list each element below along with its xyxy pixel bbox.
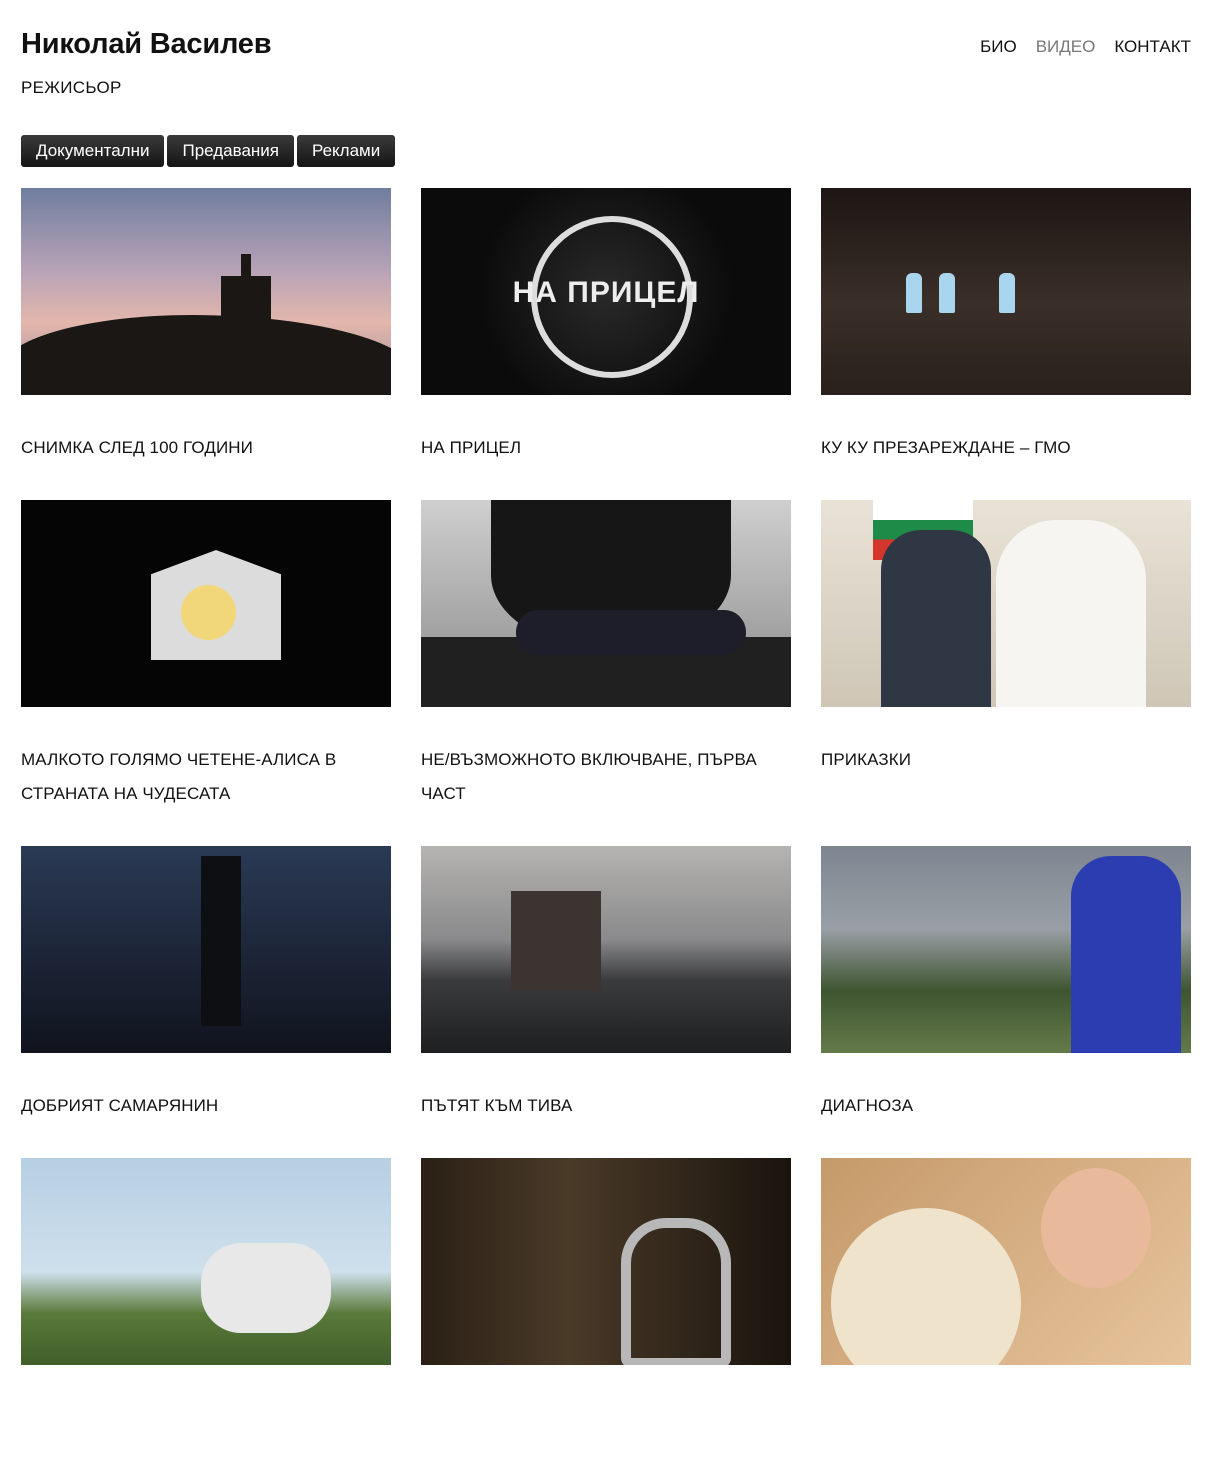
video-item[interactable]: ПРИКАЗКИ [821, 500, 1191, 846]
video-title[interactable]: СНИМКА СЛЕД 100 ГОДИНИ [21, 431, 391, 465]
filter-documentaries-button[interactable]: Документални [21, 135, 165, 167]
video-item[interactable] [421, 1158, 791, 1470]
main-nav: БИО ВИДЕО КОНТАКТ [980, 37, 1191, 57]
nav-link-bio[interactable]: БИО [980, 37, 1017, 57]
nav-link-video[interactable]: ВИДЕО [1036, 37, 1096, 57]
video-thumbnail[interactable]: НА ПРИЦЕЛ [421, 188, 791, 395]
video-title[interactable]: НЕ/ВЪЗМОЖНОТО ВКЛЮЧВАНЕ, ПЪРВА ЧАСТ [421, 743, 791, 811]
video-thumbnail[interactable] [21, 1158, 391, 1365]
site-subtitle: РЕЖИСЬОР [21, 78, 122, 97]
video-item[interactable]: СНИМКА СЛЕД 100 ГОДИНИ [21, 188, 391, 500]
thumbnail-headphones-shape [621, 1218, 731, 1365]
video-item[interactable]: ДИАГНОЗА [821, 846, 1191, 1158]
thumbnail-person-shape [996, 520, 1146, 707]
video-thumbnail[interactable] [421, 846, 791, 1053]
video-grid: СНИМКА СЛЕД 100 ГОДИНИ НА ПРИЦЕЛ НА ПРИЦ… [21, 188, 1191, 1470]
thumbnail-bread-shape [831, 1208, 1021, 1365]
video-item[interactable] [21, 1158, 391, 1470]
video-item[interactable]: КУ КУ ПРЕЗАРЕЖДАНЕ – ГМО [821, 188, 1191, 500]
site-header: Николай Василев РЕЖИСЬОР БИО ВИДЕО КОНТА… [0, 0, 1212, 120]
thumbnail-person-shape [201, 856, 241, 1026]
video-thumbnail[interactable] [21, 500, 391, 707]
thumbnail-figure [999, 273, 1015, 313]
video-item[interactable]: ПЪТЯТ КЪМ ТИВА [421, 846, 791, 1158]
video-title[interactable]: МАЛКОТО ГОЛЯМО ЧЕТЕНЕ-АЛИСА В СТРАНАТА Н… [21, 743, 391, 811]
video-title[interactable]: НА ПРИЦЕЛ [421, 431, 791, 465]
video-item[interactable]: МАЛКОТО ГОЛЯМО ЧЕТЕНЕ-АЛИСА В СТРАНАТА Н… [21, 500, 391, 846]
video-thumbnail[interactable] [21, 188, 391, 395]
thumbnail-hill-shape [21, 315, 391, 395]
nav-link-contact[interactable]: КОНТАКТ [1114, 37, 1191, 57]
video-item[interactable]: ДОБРИЯТ САМАРЯНИН [21, 846, 391, 1158]
video-title[interactable]: ПРИКАЗКИ [821, 743, 1191, 777]
filter-ads-button[interactable]: Реклами [297, 135, 396, 167]
video-title[interactable]: ПЪТЯТ КЪМ ТИВА [421, 1089, 791, 1123]
video-thumbnail[interactable] [821, 188, 1191, 395]
thumbnail-figure [939, 273, 955, 313]
video-thumbnail[interactable] [821, 846, 1191, 1053]
category-filters: Документални Предавания Реклами [21, 135, 396, 167]
thumbnail-person-shape [1071, 856, 1181, 1053]
video-thumbnail[interactable] [21, 846, 391, 1053]
video-thumbnail[interactable] [821, 1158, 1191, 1365]
thumbnail-figure [906, 273, 922, 313]
filter-shows-button[interactable]: Предавания [167, 135, 294, 167]
video-title[interactable]: КУ КУ ПРЕЗАРЕЖДАНЕ – ГМО [821, 431, 1191, 465]
thumbnail-tower-shape [511, 891, 601, 991]
thumbnail-logo-text: НА ПРИЦЕЛ [512, 276, 700, 309]
thumbnail-church-shape [221, 254, 271, 346]
video-item[interactable] [821, 1158, 1191, 1470]
video-title[interactable]: ДОБРИЯТ САМАРЯНИН [21, 1089, 391, 1123]
video-thumbnail[interactable] [421, 500, 791, 707]
video-title[interactable]: ДИАГНОЗА [821, 1089, 1191, 1123]
thumbnail-face-shape [181, 585, 236, 640]
thumbnail-face-shape [1041, 1168, 1151, 1288]
video-item[interactable]: НЕ/ВЪЗМОЖНОТО ВКЛЮЧВАНЕ, ПЪРВА ЧАСТ [421, 500, 791, 846]
site-title[interactable]: Николай Василев [21, 28, 272, 61]
video-item[interactable]: НА ПРИЦЕЛ НА ПРИЦЕЛ [421, 188, 791, 500]
thumbnail-donkey-shape [201, 1243, 331, 1333]
thumbnail-person-shape [516, 610, 746, 655]
thumbnail-person-shape [881, 530, 991, 707]
video-thumbnail[interactable] [821, 500, 1191, 707]
video-thumbnail[interactable] [421, 1158, 791, 1365]
